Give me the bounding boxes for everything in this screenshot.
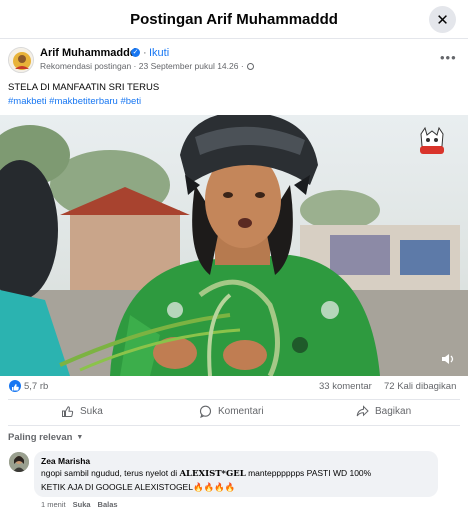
comments-count[interactable]: 33 komentar bbox=[319, 381, 372, 392]
like-reaction-icon bbox=[9, 380, 21, 392]
comment-text-part: mantepppppps PASTI WD 100% bbox=[245, 468, 372, 478]
comment-button-label: Komentari bbox=[218, 406, 264, 417]
shares-count[interactable]: 72 Kali dibagikan bbox=[384, 381, 456, 392]
like-button[interactable]: Suka bbox=[61, 405, 103, 418]
comment-meta: 1 menit Suka Balas bbox=[41, 500, 118, 509]
author-name[interactable]: Arif Muhammaddd bbox=[40, 47, 137, 59]
comment-text-line-1: ngopi sambil ngudud, terus nyelot di ALE… bbox=[41, 468, 371, 479]
share-button[interactable]: Bagikan bbox=[356, 405, 411, 418]
dialog-header: Postingan Arif Muhammaddd ✕ bbox=[0, 0, 468, 39]
action-bar: Suka Komentari Bagikan bbox=[8, 399, 460, 426]
post-hashtags[interactable]: #makbeti #makbetiterbaru #beti bbox=[8, 95, 141, 109]
author-avatar[interactable] bbox=[8, 47, 34, 73]
verified-badge-icon: ✓ bbox=[131, 48, 140, 57]
channel-logo-icon bbox=[420, 126, 444, 154]
post-meta-text: Rekomendasi postingan · 23 September puk… bbox=[40, 61, 244, 71]
volume-icon[interactable] bbox=[441, 352, 455, 366]
comment-icon bbox=[199, 405, 212, 418]
thumbs-up-icon bbox=[62, 406, 74, 417]
comment-sort-dropdown[interactable]: Paling relevan ▼ bbox=[8, 432, 83, 443]
more-options-icon[interactable]: ••• bbox=[440, 50, 457, 65]
comment-reply-button[interactable]: Balas bbox=[98, 500, 118, 509]
comment-button[interactable]: Komentari bbox=[199, 405, 264, 418]
comment-bubble: Zea Marisha ngopi sambil ngudud, terus n… bbox=[34, 451, 438, 497]
post-video[interactable] bbox=[0, 115, 468, 376]
likes-count[interactable]: 5,7 rb bbox=[24, 381, 48, 392]
share-icon bbox=[356, 405, 369, 417]
chevron-down-icon: ▼ bbox=[76, 434, 84, 441]
post-caption: STELA DI MANFAATIN SRI TERUS bbox=[8, 82, 160, 93]
share-button-label: Bagikan bbox=[375, 406, 412, 417]
post-meta: Rekomendasi postingan · 23 September puk… bbox=[40, 61, 254, 71]
follow-button[interactable]: Ikuti bbox=[149, 47, 169, 59]
comment-like-button[interactable]: Suka bbox=[73, 500, 91, 509]
comment-brand-text: ALEXIST*GEL bbox=[179, 469, 246, 479]
like-button-label: Suka bbox=[80, 406, 103, 417]
comment-text-line-2: KETIK AJA DI GOOGLE ALEXISTOGEL🔥🔥🔥🔥 bbox=[41, 482, 236, 492]
close-icon[interactable]: ✕ bbox=[429, 6, 456, 33]
post-stats: 5,7 rb 33 komentar 72 Kali dibagikan bbox=[0, 376, 468, 397]
dialog-title: Postingan Arif Muhammaddd bbox=[130, 11, 338, 28]
separator: · bbox=[143, 47, 147, 59]
comment-time[interactable]: 1 menit bbox=[41, 500, 66, 509]
globe-icon bbox=[246, 63, 254, 70]
comment-text-part: ngopi sambil ngudud, terus nyelot di bbox=[41, 468, 180, 478]
commenter-avatar[interactable] bbox=[9, 452, 29, 472]
commenter-name[interactable]: Zea Marisha bbox=[41, 456, 90, 466]
comment-sort-label: Paling relevan bbox=[8, 432, 73, 443]
